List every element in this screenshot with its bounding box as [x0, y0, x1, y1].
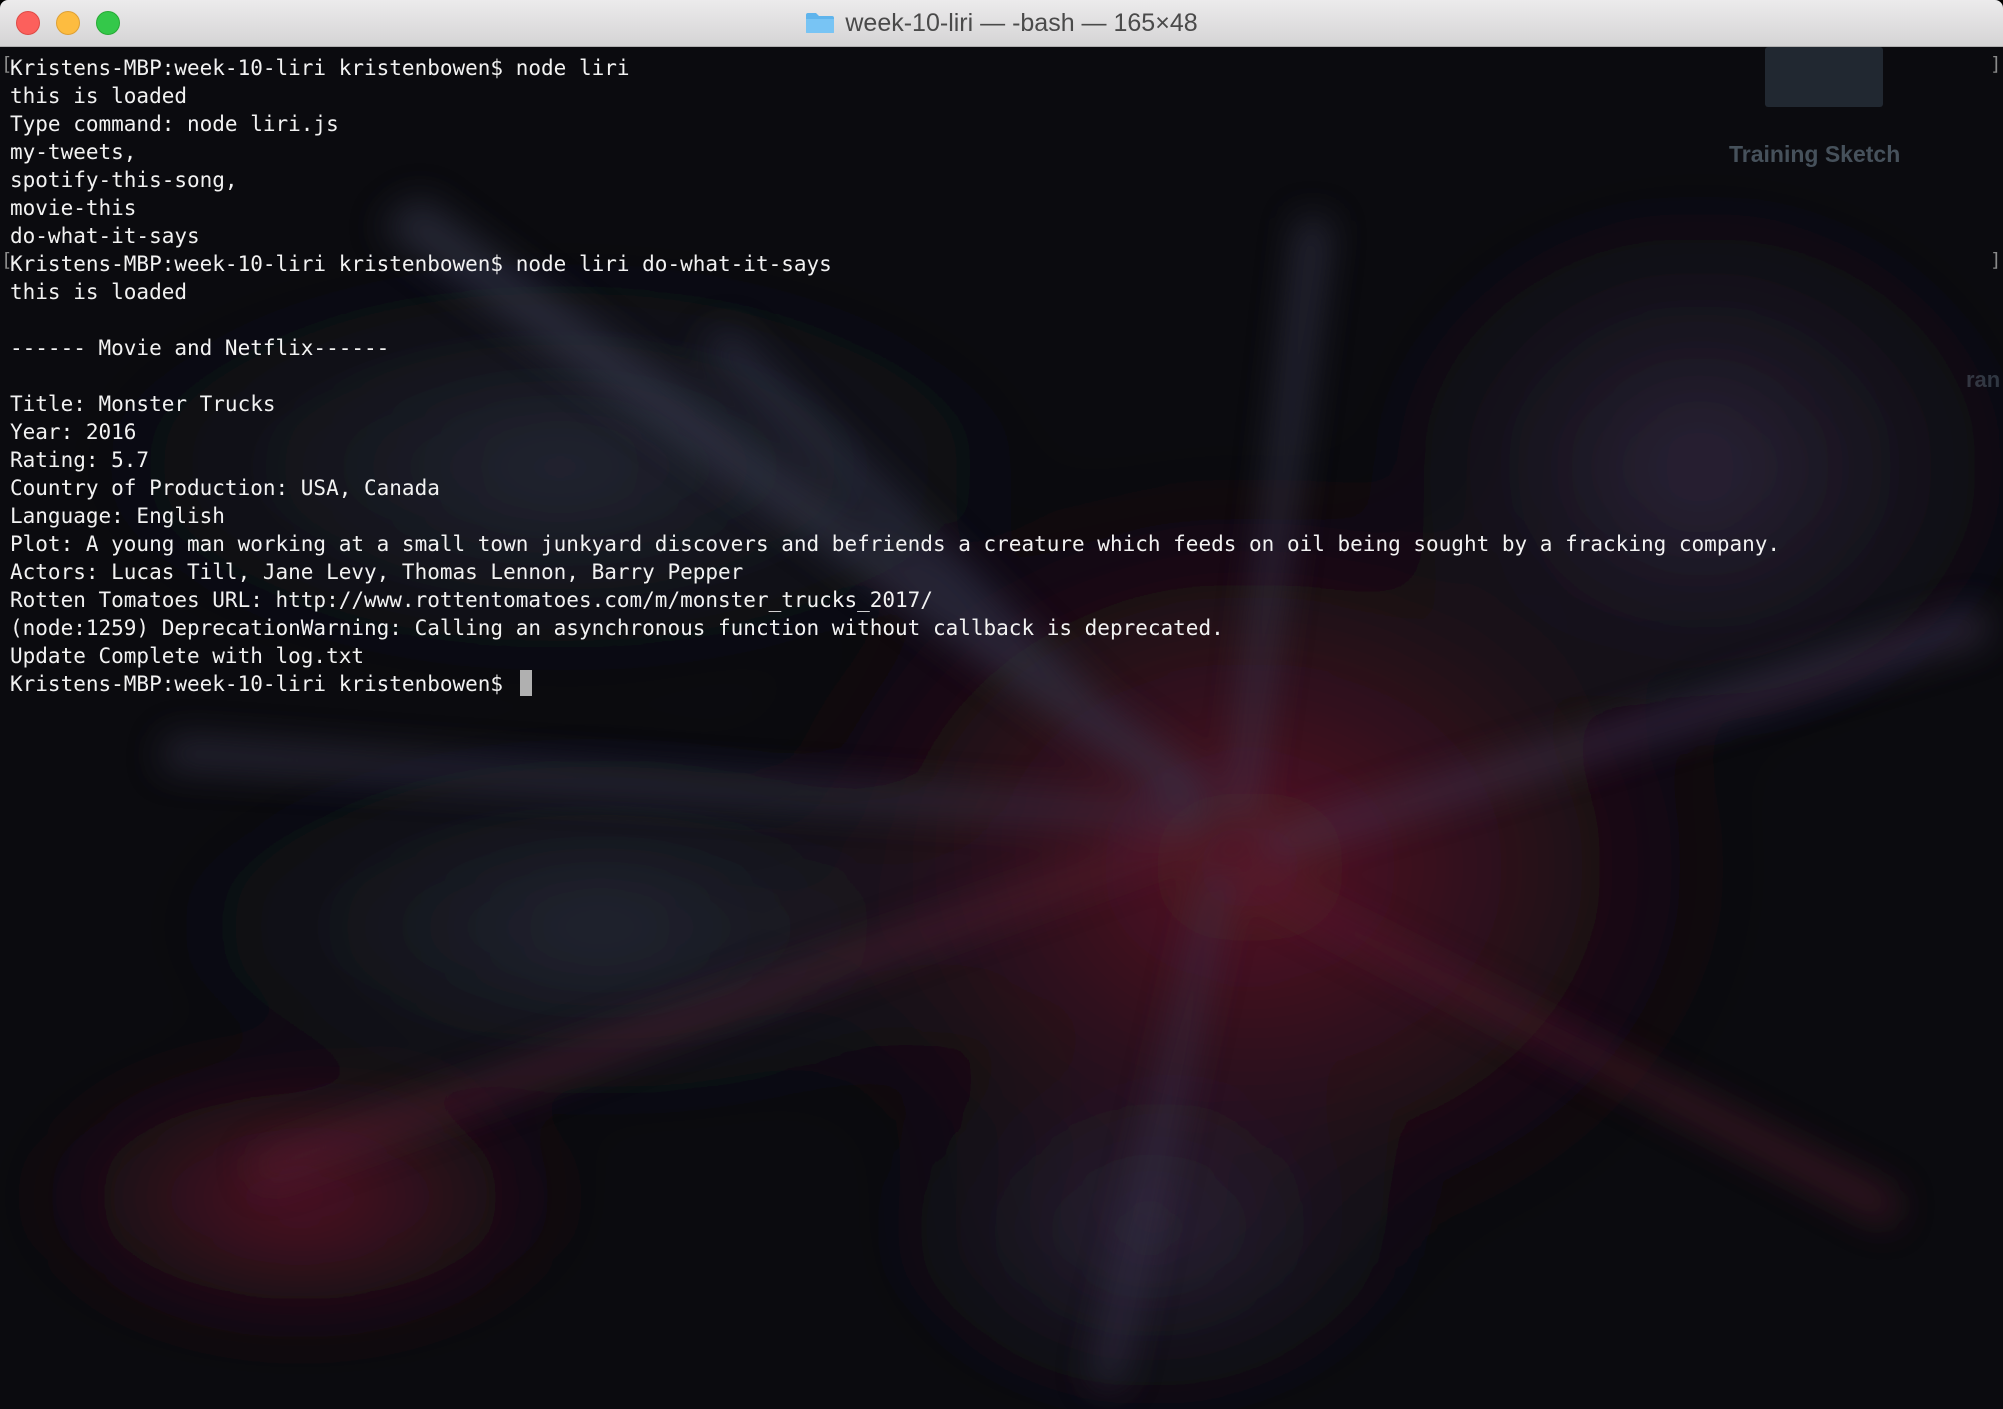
terminal-line: Plot: A young man working at a small tow…: [10, 532, 1781, 556]
window-title: week-10-liri — -bash — 165×48: [845, 8, 1198, 37]
terminal-output-area[interactable]: Training Sketch ran [ ] [ ] Kristens-MBP…: [0, 47, 2003, 1409]
folder-icon: [806, 13, 835, 33]
background-ghost-edge-text: ran: [1966, 367, 2001, 392]
terminal-line: Language: English: [10, 504, 225, 528]
terminal-line: my-tweets,: [10, 140, 137, 164]
terminal-prompt-line[interactable]: Kristens-MBP:week-10-liri kristenbowen$: [10, 670, 1780, 698]
terminal-line: Kristens-MBP:week-10-liri kristenbowen$ …: [10, 56, 630, 80]
terminal-line: (node:1259) DeprecationWarning: Calling …: [10, 616, 1224, 640]
terminal-line: Rotten Tomatoes URL: http://www.rottento…: [10, 588, 933, 612]
terminal-line: Country of Production: USA, Canada: [10, 476, 440, 500]
terminal-line: Type command: node liri.js: [10, 112, 339, 136]
title-bar[interactable]: week-10-liri — -bash — 165×48: [0, 0, 2003, 47]
terminal-line: Actors: Lucas Till, Jane Levy, Thomas Le…: [10, 560, 744, 584]
terminal-lines: Kristens-MBP:week-10-liri kristenbowen$ …: [10, 54, 1780, 698]
terminal-line: do-what-it-says: [10, 224, 200, 248]
terminal-line: ------ Movie and Netflix------: [10, 336, 390, 360]
mark-bracket-right: ]: [1990, 249, 2002, 271]
mark-bracket-right: ]: [1990, 53, 2002, 75]
terminal-line: this is loaded: [10, 280, 188, 304]
terminal-line: this is loaded: [10, 84, 188, 108]
terminal-line: Kristens-MBP:week-10-liri kristenbowen$ …: [10, 252, 832, 276]
terminal-line: Rating: 5.7: [10, 448, 150, 472]
text-cursor: [519, 670, 532, 696]
terminal-line: Title: Monster Trucks: [10, 392, 276, 416]
background-window-ghost: [1765, 47, 1883, 107]
terminal-window: week-10-liri — -bash — 165×48 Training S…: [0, 0, 2003, 1409]
terminal-line: Update Complete with log.txt: [10, 644, 365, 668]
window-title-group: week-10-liri — -bash — 165×48: [0, 0, 2003, 46]
terminal-line: Year: 2016: [10, 420, 137, 444]
terminal-line: spotify-this-song,: [10, 168, 238, 192]
terminal-line: movie-this: [10, 196, 137, 220]
terminal-prompt: Kristens-MBP:week-10-liri kristenbowen$: [10, 672, 516, 696]
